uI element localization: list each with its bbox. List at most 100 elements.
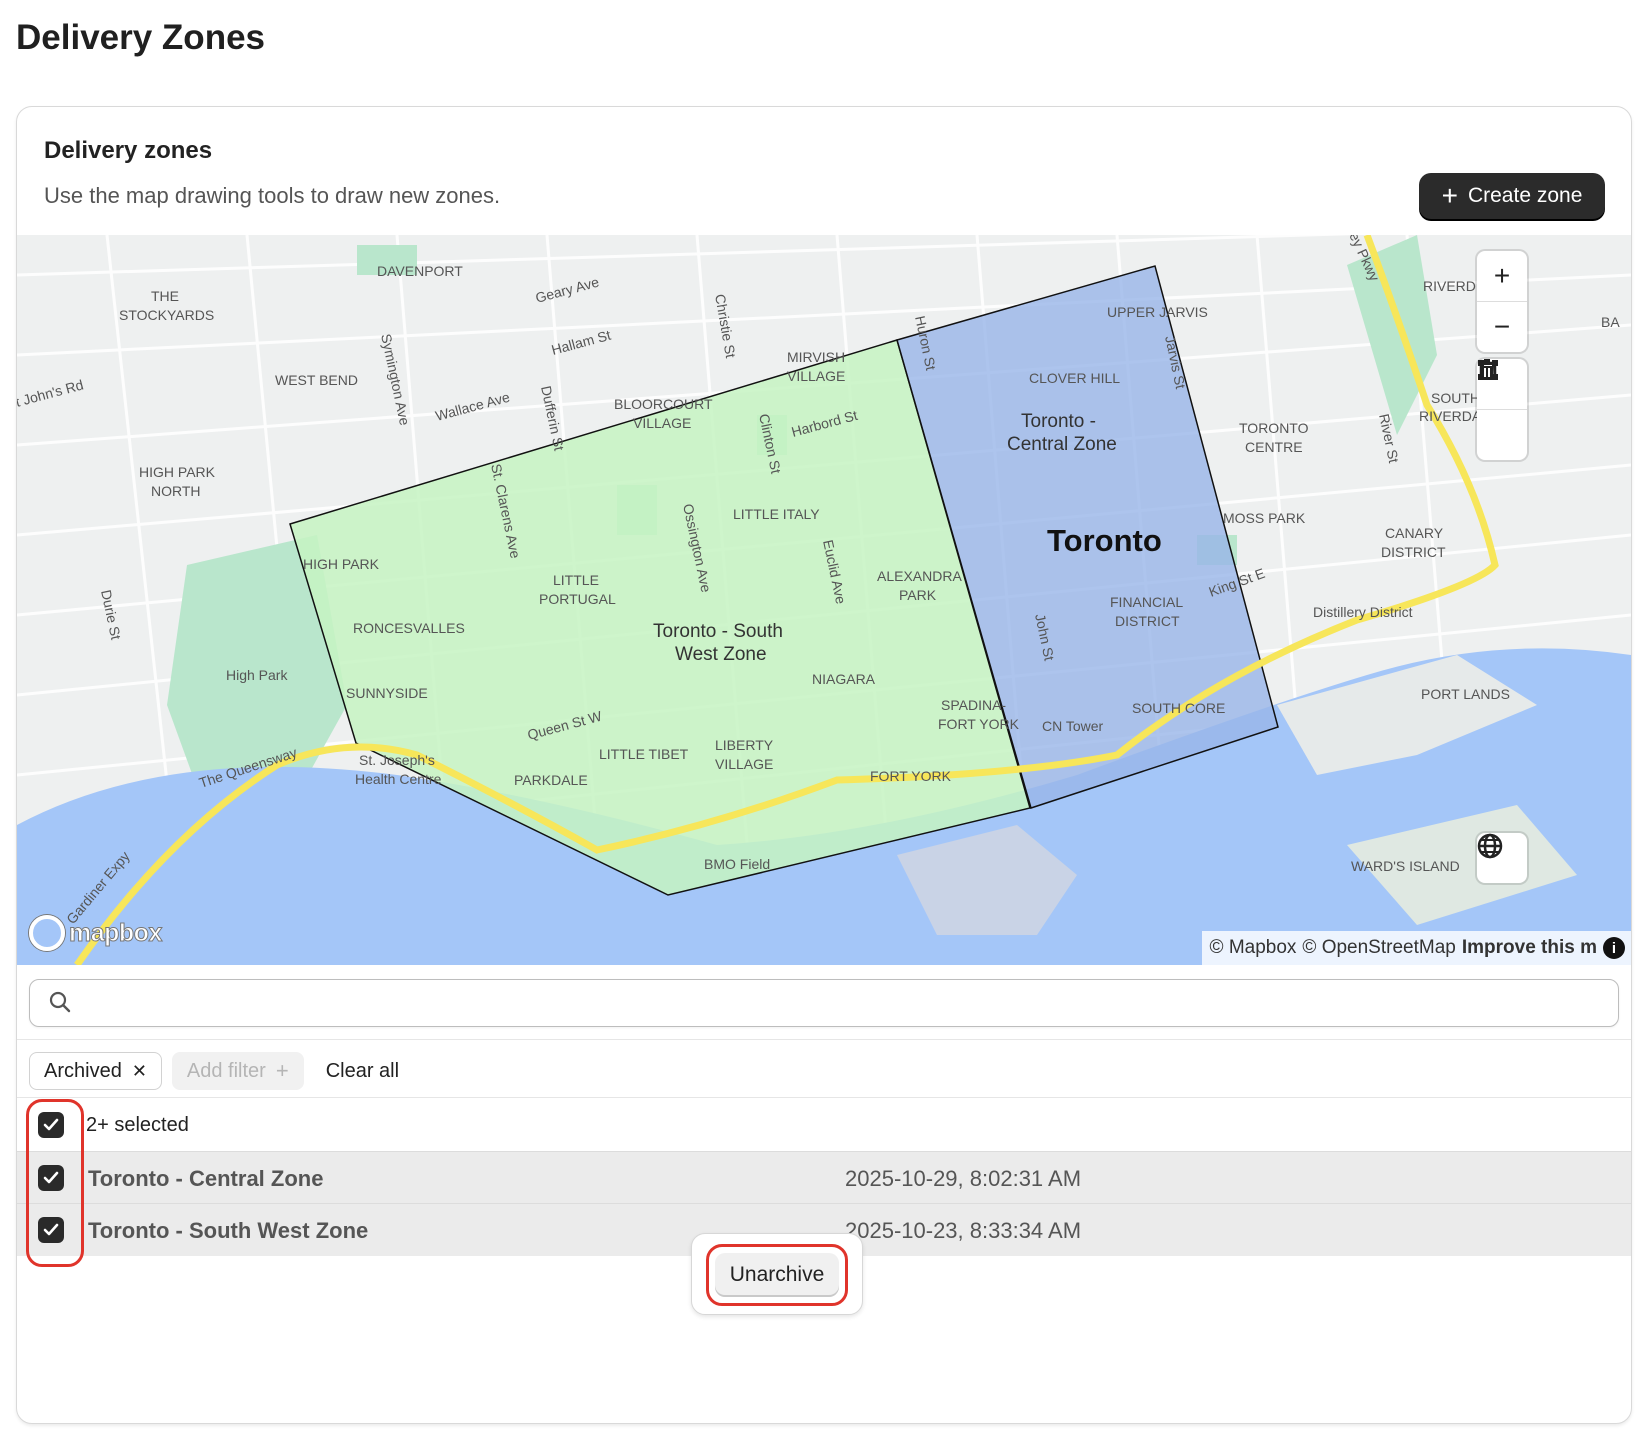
map-label-alexandra-1: ALEXANDRA bbox=[877, 568, 962, 584]
map-label-central-zone-2: Central Zone bbox=[1007, 434, 1117, 455]
selection-count: 2+ selected bbox=[86, 1114, 189, 1136]
map-label-southriverdale-1: SOUTH bbox=[1431, 390, 1480, 406]
map-label-spadina-1: SPADINA- bbox=[941, 697, 1006, 713]
map-label-parkdale: PARKDALE bbox=[514, 772, 588, 788]
map-label-westbend: WEST BEND bbox=[275, 372, 358, 388]
search-icon bbox=[49, 991, 71, 1013]
zoom-controls: + − bbox=[1477, 251, 1527, 352]
map-label-southriverdale-2: RIVERDA bbox=[1419, 408, 1482, 424]
clear-all-button[interactable]: Clear all bbox=[314, 1060, 411, 1083]
search-field[interactable] bbox=[29, 979, 1619, 1027]
map-label-liberty-1: LIBERTY bbox=[715, 737, 774, 753]
filter-bar: Archived ✕ Add filter + Clear all bbox=[29, 1051, 411, 1091]
globe-button[interactable] bbox=[1477, 833, 1527, 883]
map-label-mosspark: MOSS PARK bbox=[1223, 510, 1306, 526]
card-title: Delivery zones bbox=[44, 137, 213, 164]
map-label-upperjarvis: UPPER JARVIS bbox=[1107, 304, 1208, 320]
map-label-highpark: High Park bbox=[226, 667, 288, 683]
card-subtitle: Use the map drawing tools to draw new zo… bbox=[44, 183, 501, 208]
map-label-toronto: Toronto bbox=[1047, 523, 1162, 558]
map-label-distillery: Distillery District bbox=[1313, 604, 1413, 620]
zoom-in-button[interactable]: + bbox=[1477, 251, 1527, 301]
zone-date: 2025-10-23, 8:33:34 AM bbox=[845, 1218, 1082, 1243]
map-label-riverdale: RIVERD bbox=[1423, 278, 1476, 294]
map-label-bloorcourt-2: VILLAGE bbox=[633, 415, 691, 431]
map-label-stjoseph-1: St. Joseph's bbox=[359, 752, 435, 768]
map[interactable]: DAVENPORT Geary Ave Hallam St Christie S… bbox=[17, 235, 1631, 965]
map-label-wardsisland: WARD'S ISLAND bbox=[1351, 858, 1460, 874]
map-label-bmo: BMO Field bbox=[704, 856, 770, 872]
map-label-roncesvalles: RONCESVALLES bbox=[353, 620, 465, 636]
map-label-ba: BA bbox=[1601, 314, 1620, 330]
zone-date: 2025-10-29, 8:02:31 AM bbox=[845, 1166, 1082, 1191]
attribution-osm[interactable]: © OpenStreetMap bbox=[1302, 937, 1455, 959]
globe-control bbox=[1477, 833, 1527, 883]
map-label-niagara: NIAGARA bbox=[812, 671, 876, 687]
delete-shape-button[interactable] bbox=[1477, 359, 1527, 460]
map-label-bloorcourt-1: BLOORCOURT bbox=[614, 396, 713, 412]
improve-map-link[interactable]: Improve this m bbox=[1462, 937, 1597, 959]
filter-chip-label: Archived bbox=[44, 1059, 122, 1082]
add-filter-label: Add filter bbox=[186, 1059, 266, 1082]
map-label-littletibet: LITTLE TIBET bbox=[599, 746, 689, 762]
draw-controls bbox=[1477, 359, 1527, 460]
map-label-hpnorth-2: NORTH bbox=[151, 483, 201, 499]
map-label-littleportugal-1: LITTLE bbox=[553, 572, 599, 588]
page-title: Delivery Zones bbox=[16, 18, 265, 57]
mapbox-logo[interactable]: mapbox bbox=[29, 915, 163, 951]
map-label-stockyards-2: STOCKYARDS bbox=[119, 307, 214, 323]
map-label-littleportugal-2: PORTUGAL bbox=[539, 591, 616, 607]
map-label-stjoseph-2: Health Centre bbox=[355, 771, 442, 787]
map-label-cloverhill: CLOVER HILL bbox=[1029, 370, 1120, 386]
filter-chip-archived[interactable]: Archived ✕ bbox=[29, 1052, 162, 1090]
map-attribution: © Mapbox © OpenStreetMap Improve this m … bbox=[1201, 931, 1631, 965]
map-label-hpnorth-1: HIGH PARK bbox=[139, 464, 216, 480]
delivery-zones-card: Delivery zones Use the map drawing tools… bbox=[16, 106, 1632, 1424]
map-label-canary-1: CANARY bbox=[1385, 525, 1444, 541]
map-label-spadina-2: FORT YORK bbox=[938, 716, 1020, 732]
bulk-select-header: 2+ selected bbox=[17, 1099, 1631, 1151]
divider bbox=[17, 1039, 1631, 1040]
map-label-southwest-zone-1: Toronto - South bbox=[653, 621, 783, 642]
map-label-stockyards-1: THE bbox=[151, 288, 179, 304]
map-label-torontocentre-1: TORONTO bbox=[1239, 420, 1309, 436]
map-label-financial-1: FINANCIAL bbox=[1110, 594, 1183, 610]
unarchive-button[interactable]: Unarchive bbox=[715, 1253, 839, 1297]
search-input[interactable] bbox=[82, 986, 1586, 1020]
map-label-cntower: CN Tower bbox=[1042, 718, 1104, 734]
zone-name: Toronto - Central Zone bbox=[88, 1166, 324, 1191]
divider bbox=[17, 1097, 1631, 1098]
info-icon[interactable]: i bbox=[1603, 937, 1625, 959]
map-label-alexandra-2: PARK bbox=[899, 587, 937, 603]
create-zone-button[interactable]: + Create zone bbox=[1419, 173, 1605, 219]
plus-icon: + bbox=[275, 1058, 289, 1083]
map-label-southwest-zone-2: West Zone bbox=[675, 644, 767, 665]
add-filter-button[interactable]: Add filter + bbox=[171, 1052, 304, 1090]
mapbox-logo-icon bbox=[29, 915, 65, 951]
plus-icon: + bbox=[1441, 180, 1458, 211]
map-label-liberty-2: VILLAGE bbox=[715, 756, 773, 772]
table-row[interactable]: Toronto - Central Zone 2025-10-29, 8:02:… bbox=[17, 1151, 1631, 1204]
checkbox-highlight bbox=[26, 1099, 84, 1267]
map-label-davenport: DAVENPORT bbox=[377, 263, 463, 279]
zoom-out-button[interactable]: − bbox=[1477, 302, 1527, 352]
remove-filter-icon[interactable]: ✕ bbox=[132, 1061, 147, 1082]
map-label-mirvish-2: VILLAGE bbox=[787, 368, 845, 384]
bulk-action-bar: Unarchive bbox=[691, 1233, 863, 1315]
map-label-central-zone-1: Toronto - bbox=[1021, 411, 1096, 432]
map-canvas[interactable]: DAVENPORT Geary Ave Hallam St Christie S… bbox=[17, 235, 1631, 965]
map-label-southcore: SOUTH CORE bbox=[1132, 700, 1225, 716]
globe-icon bbox=[1477, 833, 1503, 859]
zone-name: Toronto - South West Zone bbox=[88, 1218, 369, 1243]
unarchive-highlight: Unarchive bbox=[706, 1244, 848, 1306]
map-label-mirvish-1: MIRVISH bbox=[787, 349, 845, 365]
map-label-highpark-hood: HIGH PARK bbox=[303, 556, 380, 572]
map-label-fortyork: FORT YORK bbox=[870, 768, 952, 784]
map-label-financial-2: DISTRICT bbox=[1115, 613, 1180, 629]
trash-icon bbox=[1478, 359, 1496, 380]
map-label-portlands: PORT LANDS bbox=[1421, 686, 1510, 702]
map-label-littleitaly: LITTLE ITALY bbox=[733, 506, 820, 522]
attribution-mapbox[interactable]: © Mapbox bbox=[1210, 937, 1297, 959]
create-zone-label: Create zone bbox=[1467, 184, 1583, 207]
map-label-canary-2: DISTRICT bbox=[1381, 544, 1446, 560]
